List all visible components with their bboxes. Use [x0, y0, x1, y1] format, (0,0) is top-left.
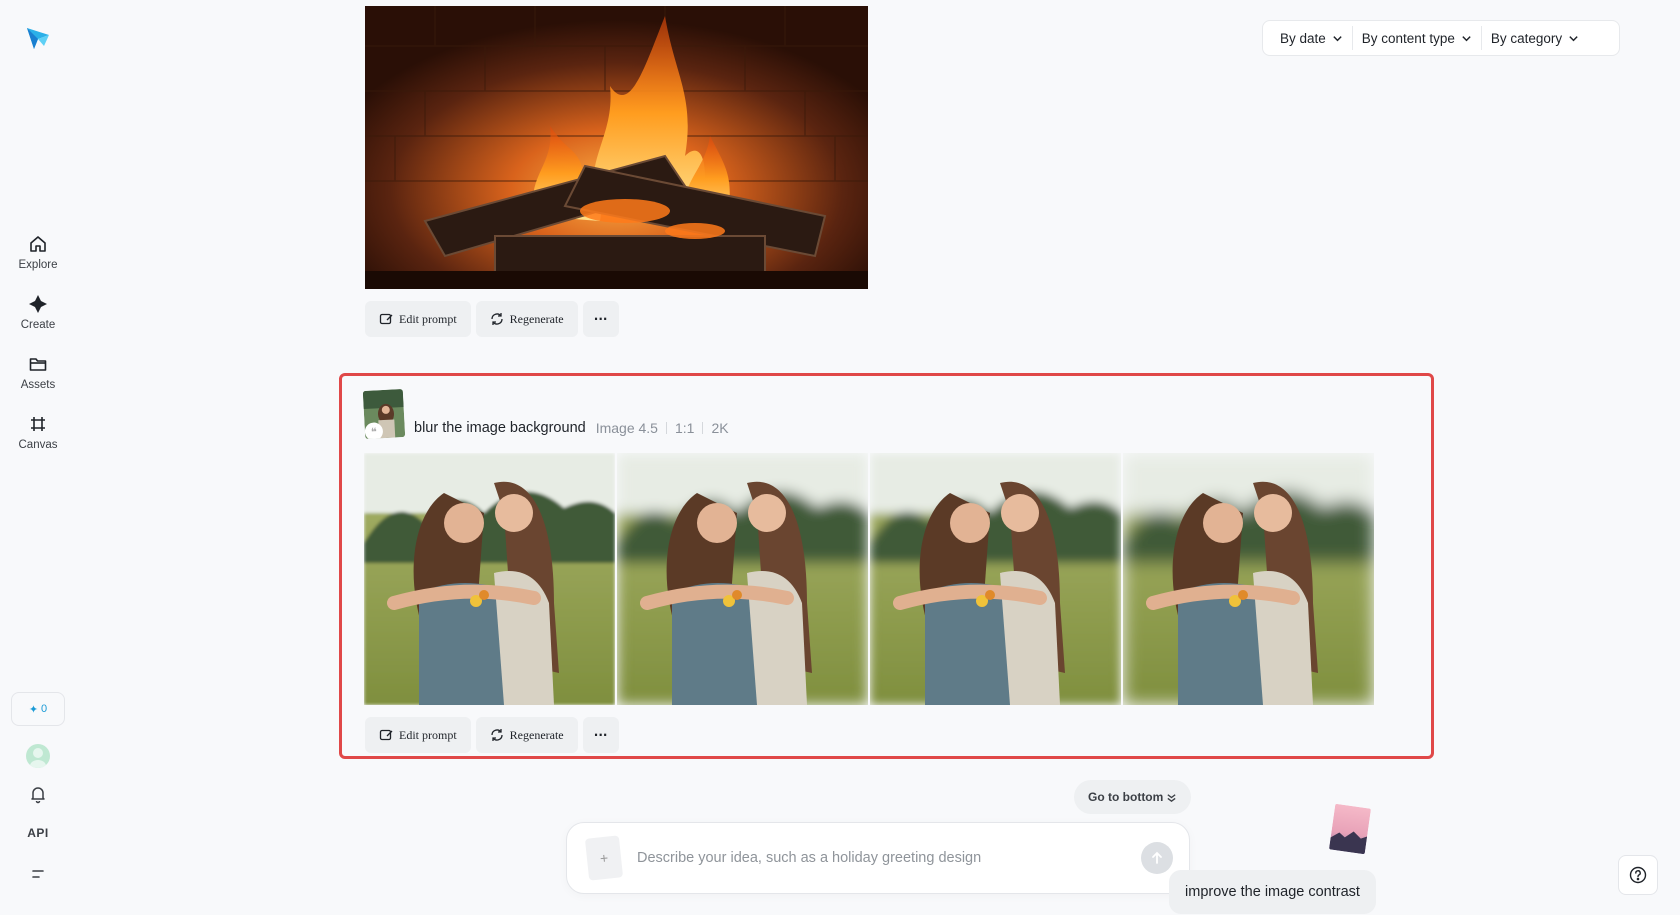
prompt-input[interactable] — [637, 850, 1141, 866]
edit-icon — [379, 313, 393, 325]
edit-icon — [379, 729, 393, 741]
sidebar-item-label: Assets — [20, 378, 56, 391]
bell-icon[interactable] — [28, 784, 48, 804]
avatar-person-icon — [30, 748, 46, 768]
filter-bar: By date By content type By category — [1262, 20, 1620, 56]
chevron-down-icon — [1569, 35, 1578, 41]
portrait-image — [870, 453, 1121, 705]
generated-image-3[interactable] — [870, 453, 1121, 705]
divider — [665, 422, 667, 434]
sidebar-item-canvas[interactable]: Canvas — [6, 402, 70, 462]
more-icon: ··· — [593, 728, 608, 742]
regenerate-label: Regenerate — [509, 727, 564, 742]
generation-meta: Image 4.5 1:1 2K — [596, 420, 729, 436]
edit-prompt-label: Edit prompt — [399, 311, 457, 326]
go-to-bottom-label: Go to bottom — [1088, 790, 1164, 804]
credits-count: 0 — [41, 703, 48, 715]
generation-1-actions: Edit prompt Regenerate ··· — [365, 301, 619, 337]
divider — [702, 422, 704, 434]
sidebar-item-create[interactable]: Create — [6, 282, 70, 342]
filter-label: By category — [1490, 30, 1563, 46]
filter-by-date[interactable]: By date — [1271, 26, 1352, 50]
regenerate-label: Regenerate — [509, 311, 564, 326]
more-options-button[interactable]: ··· — [582, 301, 619, 337]
generated-image-2[interactable] — [617, 453, 868, 705]
sunset-image — [1328, 803, 1372, 855]
chevron-down-icon — [1333, 35, 1342, 41]
app-logo-icon[interactable] — [24, 24, 52, 52]
model-label: Image 4.5 — [595, 420, 658, 436]
folder-icon — [29, 357, 47, 371]
portrait-image — [617, 453, 868, 705]
edit-prompt-button[interactable]: Edit prompt — [365, 301, 471, 337]
portrait-image — [1123, 453, 1374, 705]
collapse-menu-icon[interactable] — [30, 866, 46, 882]
sparkle-icon — [29, 294, 47, 313]
sidebar-item-explore[interactable]: Explore — [6, 222, 70, 282]
sidebar-nav: Explore Create Assets Canvas — [0, 222, 76, 462]
user-message-bubble: improve the image contrast — [1169, 870, 1376, 914]
filter-by-content-type[interactable]: By content type — [1351, 26, 1481, 50]
generation-2-actions: Edit prompt Regenerate ··· — [365, 717, 619, 753]
generated-image-4[interactable] — [1123, 453, 1374, 705]
go-to-bottom-button[interactable]: Go to bottom — [1074, 780, 1192, 814]
double-chevron-down-icon — [1167, 793, 1176, 802]
generated-image-fireplace[interactable] — [365, 6, 868, 289]
resolution-label: 2K — [711, 420, 729, 436]
quote-icon: ❝ — [364, 422, 384, 440]
sparkle-small-icon: ✦ — [28, 703, 39, 716]
reference-thumbnail[interactable]: ❝ — [362, 388, 406, 440]
api-link[interactable]: API — [0, 826, 76, 840]
filter-label: By date — [1280, 30, 1326, 46]
portrait-image — [364, 453, 615, 705]
refresh-icon — [491, 729, 503, 741]
refresh-icon — [491, 313, 503, 325]
sidebar: Explore Create Assets Canvas ✦ 0 API — [0, 0, 76, 915]
help-button[interactable] — [1618, 855, 1658, 895]
ratio-label: 1:1 — [674, 420, 695, 436]
generation-2-prompt-row: ❝ blur the image background Image 4.5 1:… — [362, 388, 729, 440]
generated-image-1[interactable] — [364, 453, 615, 705]
avatar[interactable] — [26, 744, 50, 768]
generated-image-grid — [364, 453, 1374, 705]
prompt-text: blur the image background — [414, 420, 586, 436]
filter-by-category[interactable]: By category — [1480, 26, 1588, 50]
sidebar-item-label: Create — [20, 318, 56, 331]
sidebar-item-assets[interactable]: Assets — [6, 342, 70, 402]
user-message-thumbnail[interactable] — [1328, 803, 1372, 855]
edit-prompt-label: Edit prompt — [399, 727, 457, 742]
attach-image-button[interactable]: + — [584, 835, 624, 881]
more-icon: ··· — [593, 312, 608, 326]
home-icon — [30, 235, 46, 252]
regenerate-button[interactable]: Regenerate — [475, 301, 578, 337]
prompt-composer: + — [566, 822, 1190, 894]
arrow-up-icon — [1152, 851, 1162, 864]
more-options-button[interactable]: ··· — [582, 717, 619, 753]
canvas-icon — [31, 416, 45, 431]
send-button[interactable] — [1141, 842, 1173, 874]
filter-label: By content type — [1361, 30, 1455, 46]
regenerate-button[interactable]: Regenerate — [475, 717, 578, 753]
chevron-down-icon — [1462, 35, 1471, 41]
credits-badge[interactable]: ✦ 0 — [11, 692, 65, 726]
sidebar-item-label: Explore — [18, 258, 58, 271]
sidebar-item-label: Canvas — [18, 438, 58, 451]
question-mark-icon — [1629, 866, 1647, 884]
fireplace-image — [365, 6, 868, 289]
plus-icon: + — [599, 849, 609, 867]
edit-prompt-button[interactable]: Edit prompt — [365, 717, 471, 753]
